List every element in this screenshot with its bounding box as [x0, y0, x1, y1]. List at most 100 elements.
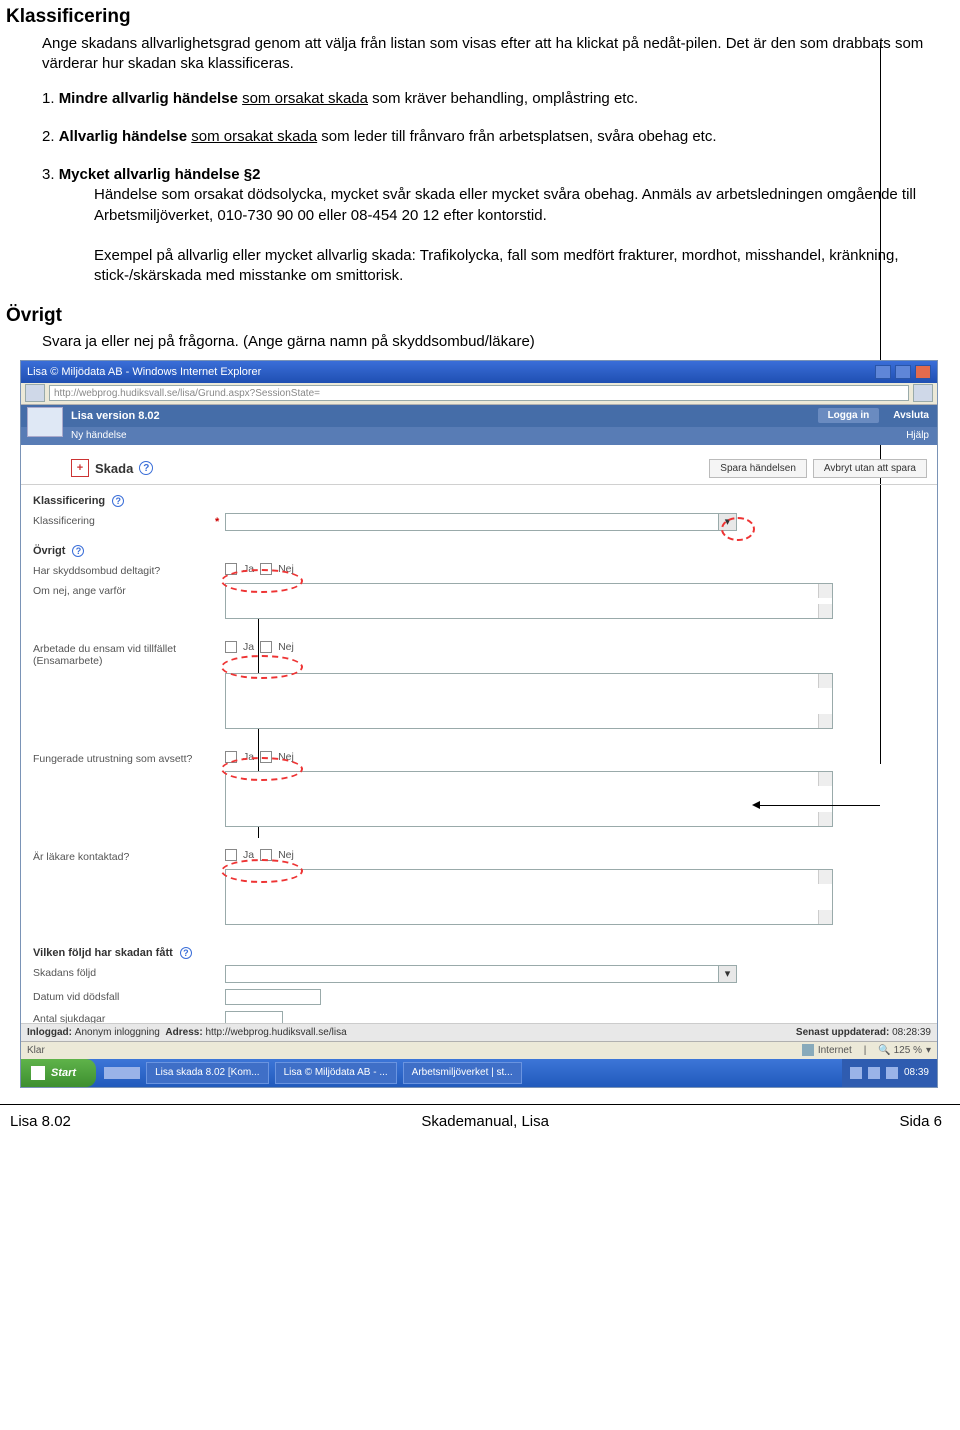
label-ja: Ja [243, 849, 254, 861]
textarea-ensam[interactable] [225, 673, 833, 729]
ie-status-klar: Klar [27, 1045, 45, 1056]
svara-paragraph: Svara ja eller nej på frågorna. (Ange gä… [42, 333, 942, 350]
lead: Mindre allvarlig händelse [59, 90, 238, 107]
klassificering-dropdown[interactable]: ▾ [225, 513, 737, 531]
banner-subtext: Ny händelse [71, 430, 127, 441]
avsluta-link[interactable]: Avsluta [893, 410, 929, 421]
status-adress-val: http://webprog.hudiksvall.se/lisa [205, 1027, 346, 1038]
status-adress-lbl: Adress: [165, 1027, 202, 1038]
globe-icon [802, 1044, 814, 1056]
row-lakare: Är läkare kontaktad? Ja Nej [33, 849, 925, 863]
section-label: Klassificering [33, 495, 105, 507]
help-icon[interactable]: ? [139, 461, 153, 475]
status-upd-lbl: Senast uppdaterad: [796, 1027, 889, 1038]
banner: Lisa version 8.02 Logga in Avsluta [21, 405, 937, 427]
tray-icon[interactable] [850, 1067, 862, 1079]
checkbox-nej[interactable] [260, 563, 272, 575]
section-klassificering: Klassificering ? [33, 495, 925, 507]
textarea-omnej[interactable] [225, 583, 833, 619]
address-bar: http://webprog.hudiksvall.se/lisa/Grund.… [21, 383, 937, 405]
num: 2. [42, 128, 55, 145]
lead: Mycket allvarlig händelse §2 [59, 166, 261, 183]
help-icon[interactable]: ? [180, 947, 192, 959]
maximize-button[interactable] [895, 365, 911, 379]
underlined: som orsakat skada [191, 128, 317, 145]
checkbox-ja[interactable] [225, 641, 237, 653]
dropdown-arrow-icon[interactable]: ▾ [718, 966, 736, 982]
label-ja: Ja [243, 751, 254, 763]
close-button[interactable] [915, 365, 931, 379]
row-utrustning-ta [33, 771, 925, 827]
label-utrustning: Fungerade utrustning som avsett? [33, 751, 225, 765]
window-titlebar: Lisa © Miljödata AB - Windows Internet E… [21, 361, 937, 383]
section-foljd: Vilken följd har skadan fått ? [33, 947, 925, 959]
section-label: Vilken följd har skadan fått [33, 947, 173, 959]
label-ensam: Arbetade du ensam vid tillfället (Ensama… [33, 641, 225, 667]
annotation-arrow-horiz [758, 805, 880, 806]
row-ensam: Arbetade du ensam vid tillfället (Ensama… [33, 641, 925, 667]
tray-icon[interactable] [886, 1067, 898, 1079]
spara-button[interactable]: Spara händelsen [709, 459, 807, 478]
taskbar-item-3[interactable]: Arbetsmiljöverket | st... [403, 1062, 522, 1084]
windows-logo-icon [31, 1066, 45, 1080]
row-dodsfall: Datum vid dödsfall [33, 989, 925, 1005]
section-ovrigt: Övrigt ? [33, 545, 925, 557]
ie-zoom: 🔍 125 % [878, 1045, 922, 1056]
help-icon[interactable]: ? [112, 495, 124, 507]
go-button[interactable] [913, 384, 933, 402]
dropdown-arrow-icon[interactable]: ▾ [718, 514, 736, 530]
textarea-utrustning[interactable] [225, 771, 833, 827]
checkbox-nej[interactable] [260, 751, 272, 763]
heading-ovrigt: Övrigt [6, 305, 942, 327]
row-omnej: Om nej, ange varför [33, 583, 925, 619]
form-body: Klassificering ? Klassificering * ▾ Övri… [21, 485, 937, 1055]
label-nej: Nej [278, 849, 294, 861]
system-tray: 08:39 [842, 1059, 937, 1087]
tray-icon[interactable] [868, 1067, 880, 1079]
body2: Exempel på allvarlig eller mycket allvar… [94, 246, 942, 287]
window-title: Lisa © Miljödata AB - Windows Internet E… [27, 366, 261, 378]
checkbox-ja[interactable] [225, 563, 237, 575]
row-ensam-ta [33, 673, 925, 729]
label-nej: Nej [278, 563, 294, 575]
minimize-button[interactable] [875, 365, 891, 379]
checkbox-nej[interactable] [260, 849, 272, 861]
rest: som leder till frånvaro från arbetsplats… [317, 128, 716, 145]
checkbox-ja[interactable] [225, 751, 237, 763]
quicklaunch-icon[interactable] [128, 1067, 140, 1079]
checkbox-ja[interactable] [225, 849, 237, 861]
textarea-lakare[interactable] [225, 869, 833, 925]
label-skyddsombud: Har skyddsombud deltagit? [33, 563, 225, 577]
skada-title: Skada [95, 461, 133, 476]
list-item-3: 3. Mycket allvarlig händelse §2 Händelse… [42, 165, 942, 287]
banner-sub: Ny händelse Hjälp [21, 427, 937, 445]
help-link[interactable]: Hjälp [906, 430, 929, 441]
footer-left: Lisa 8.02 [10, 1113, 71, 1130]
underlined: som orsakat skada [242, 90, 368, 107]
intro-paragraph: Ange skadans allvarlighetsgrad genom att… [42, 34, 942, 75]
back-button[interactable] [25, 384, 45, 402]
input-dodsfall[interactable] [225, 989, 321, 1005]
quicklaunch-icon[interactable] [116, 1067, 128, 1079]
required-asterisk: * [215, 516, 219, 528]
quicklaunch-icon[interactable] [104, 1067, 116, 1079]
url-field[interactable]: http://webprog.hudiksvall.se/lisa/Grund.… [49, 385, 909, 401]
ie-statusbar: Klar Internet | 🔍 125 % ▾ [21, 1041, 937, 1059]
section-label: Övrigt [33, 545, 65, 557]
start-button[interactable]: Start [21, 1059, 96, 1087]
skada-header-bar: + Skada ? Spara händelsen Avbryt utan at… [21, 455, 937, 485]
label-klassificering: Klassificering [33, 513, 225, 527]
taskbar-item-1[interactable]: Lisa skada 8.02 [Kom... [146, 1062, 269, 1084]
rest: som kräver behandling, omplåstring etc. [368, 90, 638, 107]
clock: 08:39 [904, 1067, 929, 1078]
num: 3. [42, 166, 55, 183]
taskbar-item-2[interactable]: Lisa © Miljödata AB - ... [275, 1062, 397, 1084]
label-foljd: Skadans följd [33, 965, 225, 979]
checkbox-nej[interactable] [260, 641, 272, 653]
lead: Allvarlig händelse [59, 128, 187, 145]
help-icon[interactable]: ? [72, 545, 84, 557]
foljd-dropdown[interactable]: ▾ [225, 965, 737, 983]
login-button[interactable]: Logga in [818, 408, 880, 423]
avbryt-button[interactable]: Avbryt utan att spara [813, 459, 927, 478]
status-inloggad-lbl: Inloggad: [27, 1027, 72, 1038]
